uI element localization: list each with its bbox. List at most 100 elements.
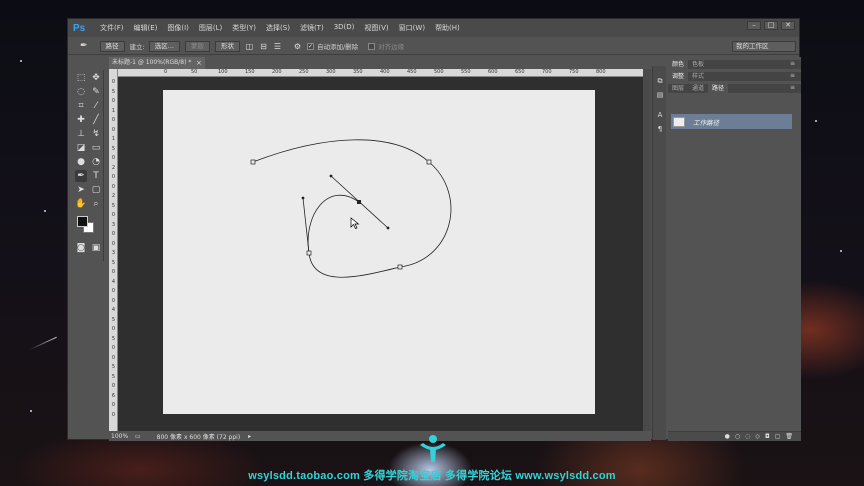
clone-stamp-tool-icon[interactable]: ⊥ (75, 128, 87, 140)
marquee-tool-icon[interactable]: ⬚ (75, 72, 87, 84)
mask-button[interactable]: 蒙版 (184, 40, 210, 52)
doc-info-icon[interactable]: ▭ (135, 433, 141, 440)
add-mask-icon[interactable]: ◘ (765, 433, 770, 440)
load-as-selection-icon[interactable]: ◌ (745, 433, 750, 440)
menu-select[interactable]: 选择(S) (261, 23, 295, 33)
new-path-icon[interactable]: ▢ (775, 433, 781, 440)
pen-tool-icon[interactable]: ✒ (75, 170, 87, 182)
crop-tool-icon[interactable]: ⌗ (75, 100, 87, 112)
tab-paths[interactable]: 路径 (708, 84, 729, 93)
auto-add-delete-checkbox[interactable]: ✓ (306, 42, 314, 50)
anchor-point[interactable] (306, 250, 312, 256)
lasso-tool-icon[interactable]: ◌ (75, 86, 87, 98)
history-panel-icon[interactable]: ⧉ (655, 76, 665, 86)
ruler-tick-label: 3 (111, 250, 116, 256)
close-icon[interactable]: ✕ (781, 21, 795, 30)
menu-type[interactable]: 类型(Y) (227, 23, 261, 33)
menu-filter[interactable]: 滤镜(T) (295, 23, 329, 33)
fill-path-icon[interactable]: ● (725, 433, 730, 440)
hand-tool-icon[interactable]: ✋ (75, 198, 87, 210)
status-menu-arrow-icon[interactable]: ▸ (248, 433, 251, 440)
path-alignment-icon[interactable]: ⊟ (259, 42, 268, 51)
menu-view[interactable]: 视图(V) (359, 23, 393, 33)
healing-brush-tool-icon[interactable]: ✚ (75, 114, 87, 126)
pen-tool-preset-icon[interactable]: ✒ (80, 41, 88, 51)
ps-logo-icon: Ps (73, 22, 86, 34)
document-canvas[interactable] (163, 90, 595, 414)
type-tool-icon[interactable]: T (90, 170, 102, 182)
menu-window[interactable]: 窗口(W) (394, 23, 430, 33)
screen-mode-icon[interactable]: ▣ (90, 242, 102, 254)
move-tool-icon[interactable]: ✥ (90, 72, 102, 84)
workspace-select[interactable]: 我的工作区 (732, 41, 796, 52)
tab-channels[interactable]: 通道 (688, 84, 708, 93)
eyedropper-tool-icon[interactable]: ⁄ (90, 100, 102, 112)
ruler-tick-label: 2 (111, 164, 116, 171)
shape-tool-icon[interactable]: ▢ (90, 184, 102, 196)
selection-button[interactable]: 选区... (148, 40, 180, 52)
delete-path-icon[interactable]: 🗑 (785, 433, 793, 440)
document-tab[interactable]: 未标题-1 @ 100%(RGB/8) * (109, 57, 205, 69)
vertical-scrollbar[interactable] (643, 69, 651, 431)
path-list-item[interactable]: 工作路径 (671, 114, 792, 129)
maximize-icon[interactable]: □ (764, 21, 778, 30)
tab-swatches[interactable]: 色板 (688, 60, 708, 69)
path-selection-tool-icon[interactable]: ➤ (75, 184, 87, 196)
menu-help[interactable]: 帮助(H) (430, 23, 465, 33)
path-thumbnail (673, 116, 685, 127)
foreground-color-swatch[interactable] (77, 216, 88, 227)
anchor-point[interactable] (397, 264, 403, 270)
anchor-point[interactable] (250, 159, 256, 165)
tab-adjustments[interactable]: 调整 (668, 72, 689, 81)
path-arrangement-icon[interactable]: ☰ (273, 42, 282, 51)
history-brush-tool-icon[interactable]: ↯ (90, 128, 102, 140)
quick-mask-icon[interactable]: ◙ (75, 242, 87, 254)
tab-layers[interactable]: 图层 (668, 84, 688, 93)
dodge-tool-icon[interactable]: ◔ (90, 156, 102, 168)
brush-tool-icon[interactable]: ╱ (90, 114, 102, 126)
mode-select[interactable]: 路径 (99, 40, 125, 52)
anchor-point[interactable] (426, 159, 432, 165)
direction-handle[interactable] (329, 174, 333, 178)
ruler-tick-label: 1 (111, 107, 116, 114)
make-work-path-icon[interactable]: ◇ (755, 433, 760, 440)
panel-menu-icon[interactable]: ≡ (790, 60, 795, 67)
menu-image[interactable]: 图像(I) (162, 23, 194, 33)
path-operations-icon[interactable]: ◫ (245, 42, 254, 51)
direction-handle[interactable] (386, 226, 390, 230)
ruler-tick-label: 0 (111, 383, 116, 389)
character-panel-icon[interactable]: A (655, 110, 665, 120)
ruler-tick-label: 600 (488, 69, 498, 75)
paragraph-panel-icon[interactable]: ¶ (655, 124, 665, 134)
work-path-curve[interactable] (252, 139, 452, 278)
menu-layer[interactable]: 图层(L) (194, 23, 227, 33)
quick-select-tool-icon[interactable]: ✎ (90, 86, 102, 98)
close-tab-icon[interactable]: × (196, 57, 202, 69)
anchor-point-selected[interactable] (357, 200, 361, 204)
align-edges-checkbox[interactable] (368, 42, 376, 50)
eraser-tool-icon[interactable]: ◪ (75, 142, 87, 154)
tab-color[interactable]: 颜色 (668, 60, 689, 69)
ruler-tick-label: 0 (111, 174, 116, 180)
panel-menu-icon[interactable]: ≡ (790, 84, 795, 91)
actions-panel-icon[interactable]: ▤ (655, 90, 665, 100)
zoom-level[interactable]: 100% (109, 433, 135, 440)
zoom-tool-icon[interactable]: ⌕ (90, 198, 102, 210)
meteor-streak (29, 336, 57, 351)
stroke-path-icon[interactable]: ○ (735, 433, 740, 440)
tab-styles[interactable]: 样式 (688, 72, 708, 81)
academy-logo-icon (420, 435, 446, 462)
color-panel-tabs: 颜色 色板 (668, 60, 801, 69)
menu-file[interactable]: 文件(F) (95, 23, 129, 33)
menu-3d[interactable]: 3D(D) (329, 23, 360, 33)
gear-icon[interactable]: ⚙ (293, 42, 302, 51)
direction-handle[interactable] (301, 196, 305, 200)
gradient-tool-icon[interactable]: ▭ (90, 142, 102, 154)
ruler-tick-label: 50 (191, 69, 198, 75)
ruler-tick-label: 1 (111, 136, 116, 142)
panel-menu-icon[interactable]: ≡ (790, 72, 795, 79)
menu-edit[interactable]: 编辑(E) (129, 23, 163, 33)
blur-tool-icon[interactable]: ● (75, 156, 87, 168)
minimize-icon[interactable]: – (747, 21, 761, 30)
shape-button[interactable]: 形状 (214, 40, 240, 52)
